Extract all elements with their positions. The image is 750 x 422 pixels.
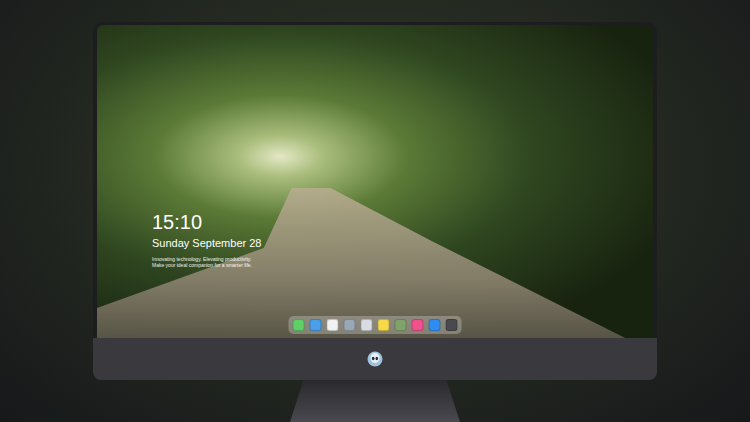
tagline: Innovating technology. Elevating product… [152, 256, 257, 268]
clock-icon[interactable] [327, 319, 339, 331]
app-store-icon[interactable] [429, 319, 441, 331]
photos-icon[interactable] [395, 319, 407, 331]
music-icon[interactable] [412, 319, 424, 331]
alien-logo-icon [367, 351, 383, 367]
clock-time: 15:10 [152, 210, 261, 234]
monitor-bezel: 15:10 Sunday September 28 Innovating techn… [93, 22, 657, 338]
page: 15:10 Sunday September 28 Innovating techn… [0, 0, 750, 422]
desktop-screen: 15:10 Sunday September 28 Innovating techn… [97, 25, 653, 338]
terminal-icon[interactable] [446, 319, 458, 331]
clapper-icon[interactable] [361, 319, 373, 331]
monitor: 15:10 Sunday September 28 Innovating techn… [93, 22, 657, 422]
messages-icon[interactable] [293, 319, 305, 331]
notes-icon[interactable] [378, 319, 390, 331]
dock [289, 316, 462, 334]
lock-clock: 15:10 Sunday September 28 Innovating techn… [152, 210, 261, 268]
preview-icon[interactable] [344, 319, 356, 331]
monitor-chin [93, 338, 657, 380]
finder-icon[interactable] [310, 319, 322, 331]
clock-date: Sunday September 28 [152, 236, 261, 250]
monitor-stand [290, 380, 460, 422]
